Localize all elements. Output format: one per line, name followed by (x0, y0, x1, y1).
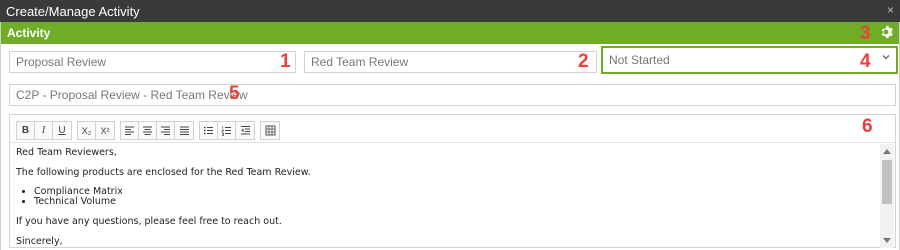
align-group (120, 121, 194, 140)
subject-field[interactable]: C2P - Proposal Review - Red Team Review (9, 84, 896, 106)
section-title: Activity (7, 26, 51, 40)
list-item: Technical Volume (34, 197, 874, 207)
email-signoff: Sincerely, (16, 236, 63, 247)
editor-scrollbar[interactable] (880, 144, 894, 248)
outdent-icon (240, 126, 250, 135)
email-greeting: Red Team Reviewers, (16, 147, 117, 158)
callout-2: 2 (578, 51, 589, 72)
email-intro: The following products are enclosed for … (16, 167, 311, 178)
subscript-button[interactable]: X₂ (78, 122, 96, 139)
align-left-icon (125, 126, 134, 136)
email-closing: If you have any questions, please feel f… (16, 216, 282, 227)
scroll-thumb[interactable] (882, 160, 892, 204)
status-select-box[interactable]: Not Started (603, 48, 896, 72)
italic-button[interactable]: I (35, 122, 53, 139)
align-center-button[interactable] (139, 122, 157, 139)
bullet-list-button[interactable] (200, 122, 218, 139)
align-center-icon (143, 126, 152, 136)
activity-name-field[interactable]: Proposal Review (9, 51, 296, 73)
callout-3: 3 (860, 23, 871, 44)
callout-4: 4 (860, 51, 871, 72)
editor-content[interactable]: Red Team Reviewers, The following produc… (10, 144, 880, 247)
review-team-field[interactable]: Red Team Review (304, 51, 597, 73)
format-group: B I U (16, 121, 72, 140)
close-icon[interactable]: × (887, 3, 894, 17)
activity-dialog: Activity Proposal Review Red Team Review… (0, 22, 900, 250)
callout-1: 1 (280, 51, 291, 72)
status-select[interactable]: Not Started (601, 46, 898, 74)
list-group (199, 121, 255, 140)
numbered-list-button[interactable] (218, 122, 236, 139)
superscript-button[interactable]: X² (96, 122, 114, 139)
bullet-list-icon (203, 126, 213, 135)
justify-button[interactable] (175, 122, 193, 139)
status-value: Not Started (609, 53, 670, 67)
callout-5: 5 (229, 83, 240, 104)
justify-icon (179, 126, 189, 136)
list-item: Compliance Matrix (34, 187, 874, 197)
table-icon (265, 125, 275, 136)
align-right-icon (161, 126, 170, 136)
align-left-button[interactable] (121, 122, 139, 139)
align-right-button[interactable] (157, 122, 175, 139)
chevron-down-icon (882, 55, 890, 60)
insert-table-button[interactable] (261, 122, 279, 139)
window-title: Create/Manage Activity (6, 3, 140, 19)
callout-6: 6 (862, 116, 873, 137)
script-group: X₂ X² (77, 121, 115, 140)
scroll-up-arrow-icon[interactable] (883, 149, 891, 154)
bold-button[interactable]: B (17, 122, 35, 139)
window-titlebar: Create/Manage Activity × (0, 0, 900, 22)
rich-text-editor[interactable]: B I U X₂ X² Red Team Reviewers, The foll… (9, 114, 896, 248)
editor-toolbar: B I U X₂ X² (10, 115, 895, 143)
outdent-button[interactable] (236, 122, 254, 139)
scroll-down-arrow-icon[interactable] (883, 238, 891, 243)
underline-button[interactable]: U (53, 122, 71, 139)
gear-icon[interactable] (879, 25, 893, 39)
section-header: Activity (1, 22, 899, 44)
enclosed-products-list: Compliance Matrix Technical Volume (34, 187, 874, 207)
table-group (260, 121, 280, 140)
numbered-list-icon (221, 126, 231, 136)
